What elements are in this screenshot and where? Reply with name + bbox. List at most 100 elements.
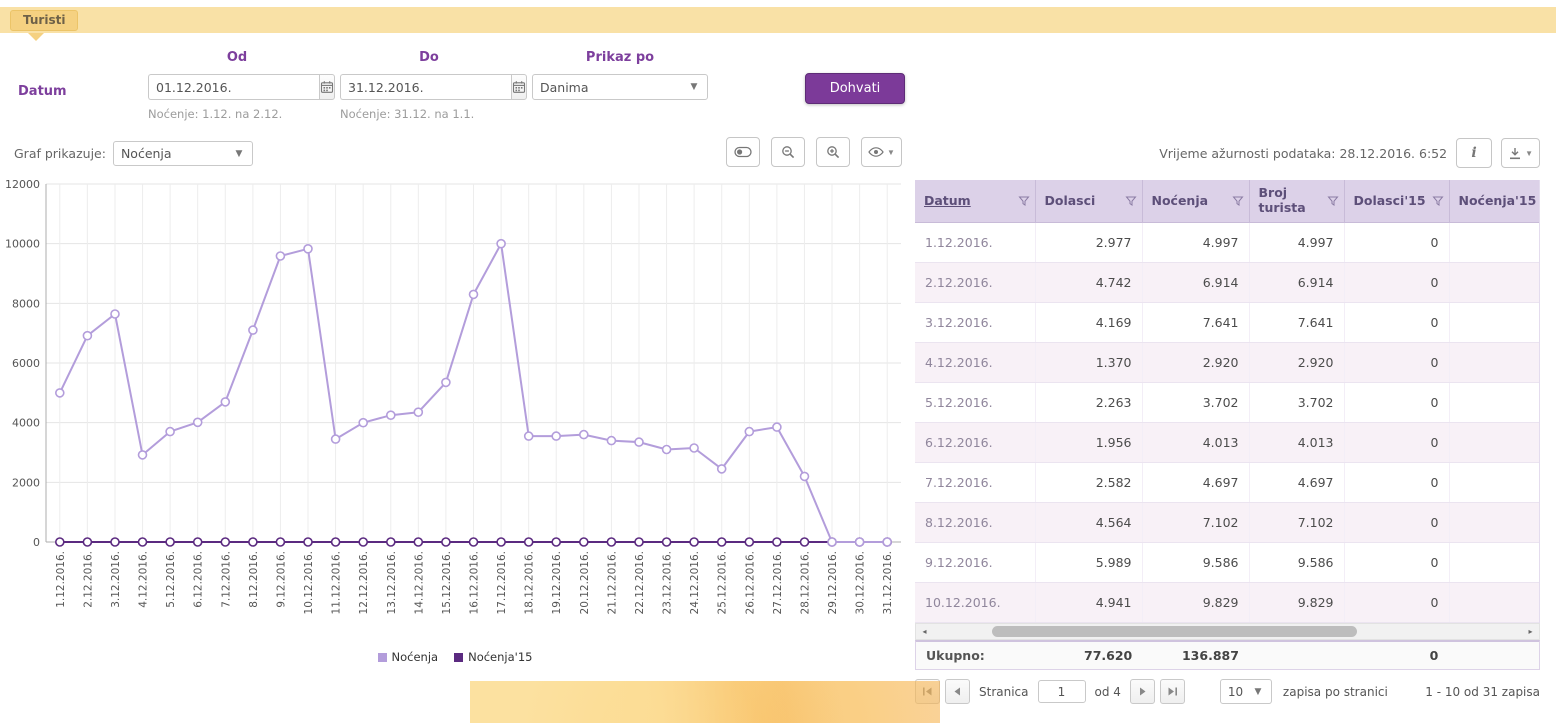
date-to-calendar-button[interactable] xyxy=(511,74,527,100)
eye-icon xyxy=(868,146,884,158)
tourism-table: DatumDolasciNoćenjaBroj turistaDolasci'1… xyxy=(915,180,1540,623)
date-from-input[interactable] xyxy=(148,74,319,100)
chart-toolbar: ▼ xyxy=(726,137,902,167)
scrollbar-thumb[interactable] xyxy=(992,626,1357,637)
date-to-helper: Noćenje: 31.12. na 1.1. xyxy=(340,107,518,121)
date-from-helper: Noćenje: 1.12. na 2.12. xyxy=(148,107,326,121)
value-cell: 4.169 xyxy=(1035,302,1142,342)
table-row[interactable]: 5.12.2016.2.2633.7023.7020 xyxy=(915,382,1540,422)
chart-legend: Noćenja Noćenja'15 xyxy=(0,650,910,664)
value-cell: 0 xyxy=(1344,582,1449,622)
column-header-datum[interactable]: Datum xyxy=(915,180,1035,222)
top-tab-bar: Turisti xyxy=(0,7,1556,33)
graph-metric-select[interactable]: Noćenja ▼ xyxy=(113,141,253,166)
table-header-row: DatumDolasciNoćenjaBroj turistaDolasci'1… xyxy=(915,180,1540,222)
export-button[interactable]: ▼ xyxy=(1501,138,1540,168)
svg-text:2000: 2000 xyxy=(12,476,40,489)
column-header-no-enja[interactable]: Noćenja xyxy=(1142,180,1249,222)
next-page-button[interactable] xyxy=(1130,679,1155,704)
filter-icon[interactable] xyxy=(1327,195,1339,207)
column-header-no-enja-15[interactable]: Noćenja'15 xyxy=(1449,180,1540,222)
filter-icon[interactable] xyxy=(1432,195,1444,207)
first-page-button[interactable] xyxy=(915,679,940,704)
last-page-button[interactable] xyxy=(1160,679,1185,704)
date-from-header: Od xyxy=(148,50,326,65)
value-cell: 0 xyxy=(1344,502,1449,542)
zoom-out-button[interactable] xyxy=(771,137,805,167)
data-freshness-text: Vrijeme ažurnosti podataka: 28.12.2016. … xyxy=(1159,146,1447,161)
grid-scroll-container[interactable]: DatumDolasciNoćenjaBroj turistaDolasci'1… xyxy=(915,180,1540,623)
value-cell: 0 xyxy=(1344,302,1449,342)
value-cell: 0 xyxy=(1344,422,1449,462)
column-header-dolasci-15[interactable]: Dolasci'15 xyxy=(1344,180,1449,222)
filter-icon[interactable] xyxy=(1018,195,1030,207)
legend-item[interactable]: Noćenja xyxy=(378,650,439,664)
page-size-select[interactable]: 10 ▼ xyxy=(1220,679,1272,704)
svg-text:10.12.2016.: 10.12.2016. xyxy=(303,551,315,614)
svg-text:12.12.2016.: 12.12.2016. xyxy=(358,551,370,614)
chevron-down-icon: ▼ xyxy=(685,82,703,92)
value-cell xyxy=(1449,422,1540,462)
chevron-down-icon: ▼ xyxy=(887,148,895,157)
page-number-input[interactable] xyxy=(1038,680,1086,703)
svg-text:2.12.2016.: 2.12.2016. xyxy=(82,551,94,608)
date-from-calendar-button[interactable] xyxy=(319,74,335,100)
date-to-header: Do xyxy=(340,50,518,65)
totals-value: 136.887 xyxy=(1142,648,1249,663)
filter-icon[interactable] xyxy=(1232,195,1244,207)
table-row[interactable]: 3.12.2016.4.1697.6417.6410 xyxy=(915,302,1540,342)
line-chart[interactable]: 0200040006000800010000120001.12.2016.2.1… xyxy=(4,172,909,648)
table-row[interactable]: 6.12.2016.1.9564.0134.0130 xyxy=(915,422,1540,462)
chart-visibility-button[interactable]: ▼ xyxy=(861,137,902,167)
tab-turisti[interactable]: Turisti xyxy=(10,10,78,31)
zoom-in-button[interactable] xyxy=(816,137,850,167)
table-row[interactable]: 2.12.2016.4.7426.9146.9140 xyxy=(915,262,1540,302)
scrollbar-track[interactable] xyxy=(933,625,1522,638)
table-row[interactable]: 8.12.2016.4.5647.1027.1020 xyxy=(915,502,1540,542)
value-cell: 4.997 xyxy=(1142,222,1249,262)
table-row[interactable]: 1.12.2016.2.9774.9974.9970 xyxy=(915,222,1540,262)
date-cell: 8.12.2016. xyxy=(915,502,1035,542)
svg-text:10000: 10000 xyxy=(5,238,40,251)
table-row[interactable]: 9.12.2016.5.9899.5869.5860 xyxy=(915,542,1540,582)
date-cell: 6.12.2016. xyxy=(915,422,1035,462)
zoom-out-icon xyxy=(781,145,795,159)
date-cell: 10.12.2016. xyxy=(915,582,1035,622)
column-header-dolasci[interactable]: Dolasci xyxy=(1035,180,1142,222)
prev-page-button[interactable] xyxy=(945,679,970,704)
date-to-block: Do Noćenje: 31.12. na 1.1. xyxy=(340,50,518,121)
horizontal-scrollbar[interactable]: ◂ ▸ xyxy=(915,623,1540,640)
svg-text:19.12.2016.: 19.12.2016. xyxy=(551,551,563,614)
value-cell: 3.702 xyxy=(1249,382,1344,422)
date-to-input[interactable] xyxy=(340,74,511,100)
filter-icon[interactable] xyxy=(1125,195,1137,207)
tab-turisti-label: Turisti xyxy=(23,13,65,27)
toggle-icon xyxy=(734,146,752,158)
value-cell: 4.013 xyxy=(1249,422,1344,462)
info-button[interactable]: i xyxy=(1456,138,1492,168)
scroll-left-arrow-icon[interactable]: ◂ xyxy=(916,624,933,639)
value-cell: 0 xyxy=(1344,382,1449,422)
prev-page-icon xyxy=(952,686,963,697)
chart-toggle-button[interactable] xyxy=(726,137,760,167)
legend-item[interactable]: Noćenja'15 xyxy=(454,650,532,664)
table-row[interactable]: 10.12.2016.4.9419.8299.8290 xyxy=(915,582,1540,622)
date-from-block: Od Noćenje: 1.12. na 2.12. xyxy=(148,50,326,121)
dohvati-button[interactable]: Dohvati xyxy=(805,73,905,104)
value-cell: 0 xyxy=(1344,342,1449,382)
date-cell: 4.12.2016. xyxy=(915,342,1035,382)
legend-label: Noćenja xyxy=(392,650,439,664)
column-header-broj-turista[interactable]: Broj turista xyxy=(1249,180,1344,222)
table-row[interactable]: 7.12.2016.2.5824.6974.6970 xyxy=(915,462,1540,502)
value-cell xyxy=(1449,502,1540,542)
value-cell: 6.914 xyxy=(1249,262,1344,302)
svg-text:16.12.2016.: 16.12.2016. xyxy=(469,551,481,614)
stranica-label: Stranica xyxy=(979,685,1029,699)
totals-value: 0 xyxy=(1344,648,1449,663)
pagination-bar: Stranica od 4 10 ▼ zapisa po stranici 1 … xyxy=(915,679,1540,704)
scroll-right-arrow-icon[interactable]: ▸ xyxy=(1522,624,1539,639)
value-cell xyxy=(1449,302,1540,342)
last-page-icon xyxy=(1167,686,1178,697)
display-by-select[interactable]: Danima ▼ xyxy=(532,74,708,100)
table-row[interactable]: 4.12.2016.1.3702.9202.9200 xyxy=(915,342,1540,382)
